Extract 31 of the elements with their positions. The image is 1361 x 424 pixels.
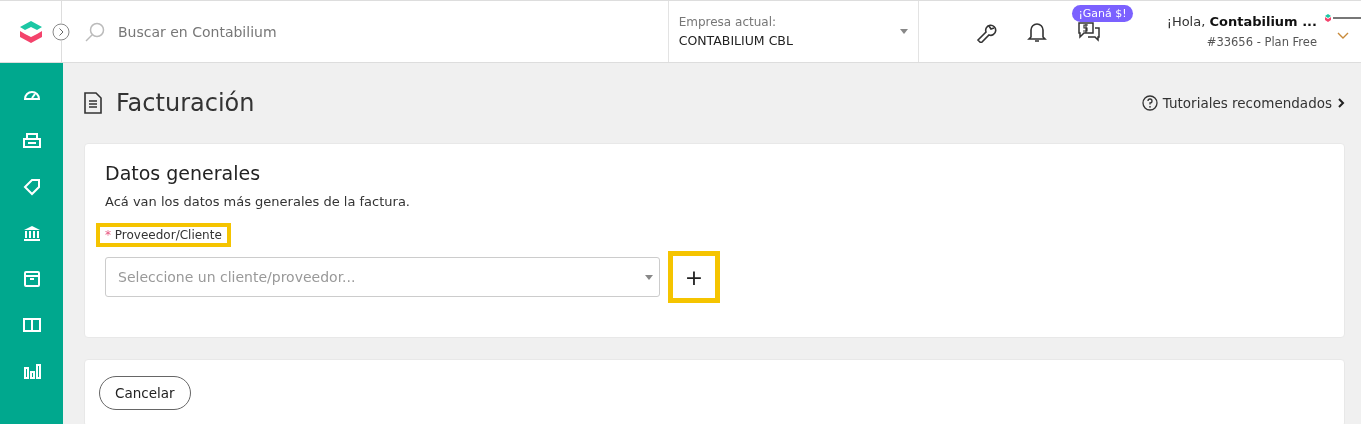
- chat-money-icon[interactable]: [1076, 20, 1101, 43]
- field-label: * Proveedor/Cliente: [96, 223, 231, 247]
- company-logo-icon: [1325, 14, 1361, 22]
- sidebar-item[interactable]: [21, 361, 42, 381]
- section-title: Datos generales: [105, 162, 262, 184]
- sidebar-item[interactable]: [21, 315, 42, 335]
- sidebar-item[interactable]: [21, 269, 42, 289]
- printer-icon: [21, 131, 42, 151]
- company-selector[interactable]: Empresa actual: CONTABILIUM CBL: [668, 1, 919, 62]
- promo-badge[interactable]: ¡Ganá $!: [1072, 4, 1133, 22]
- add-button[interactable]: +: [668, 251, 720, 303]
- bell-icon[interactable]: [1026, 20, 1047, 43]
- expand-icon[interactable]: [52, 23, 70, 41]
- tutorials-link[interactable]: Tutoriales recomendados: [1141, 95, 1345, 111]
- section-description: Acá van los datos más generales de la factura.: [105, 194, 411, 209]
- help-icon: [1141, 95, 1158, 111]
- page-title: Facturación: [116, 89, 255, 117]
- sidebar-item[interactable]: [21, 223, 42, 243]
- box-icon: [21, 269, 42, 289]
- tag-icon: [21, 177, 42, 197]
- cancel-button[interactable]: Cancelar: [99, 376, 191, 410]
- sidebar-item[interactable]: [21, 131, 42, 151]
- document-icon: [84, 92, 102, 114]
- chart-icon: [21, 361, 42, 381]
- sidebar-item[interactable]: [21, 177, 42, 197]
- chevron-down-icon: [1337, 32, 1349, 40]
- search-icon: [84, 20, 106, 43]
- bank-icon: [21, 223, 42, 243]
- logo-icon: [18, 18, 44, 45]
- chevron-right-icon: [1337, 98, 1345, 108]
- book-icon: [21, 315, 42, 335]
